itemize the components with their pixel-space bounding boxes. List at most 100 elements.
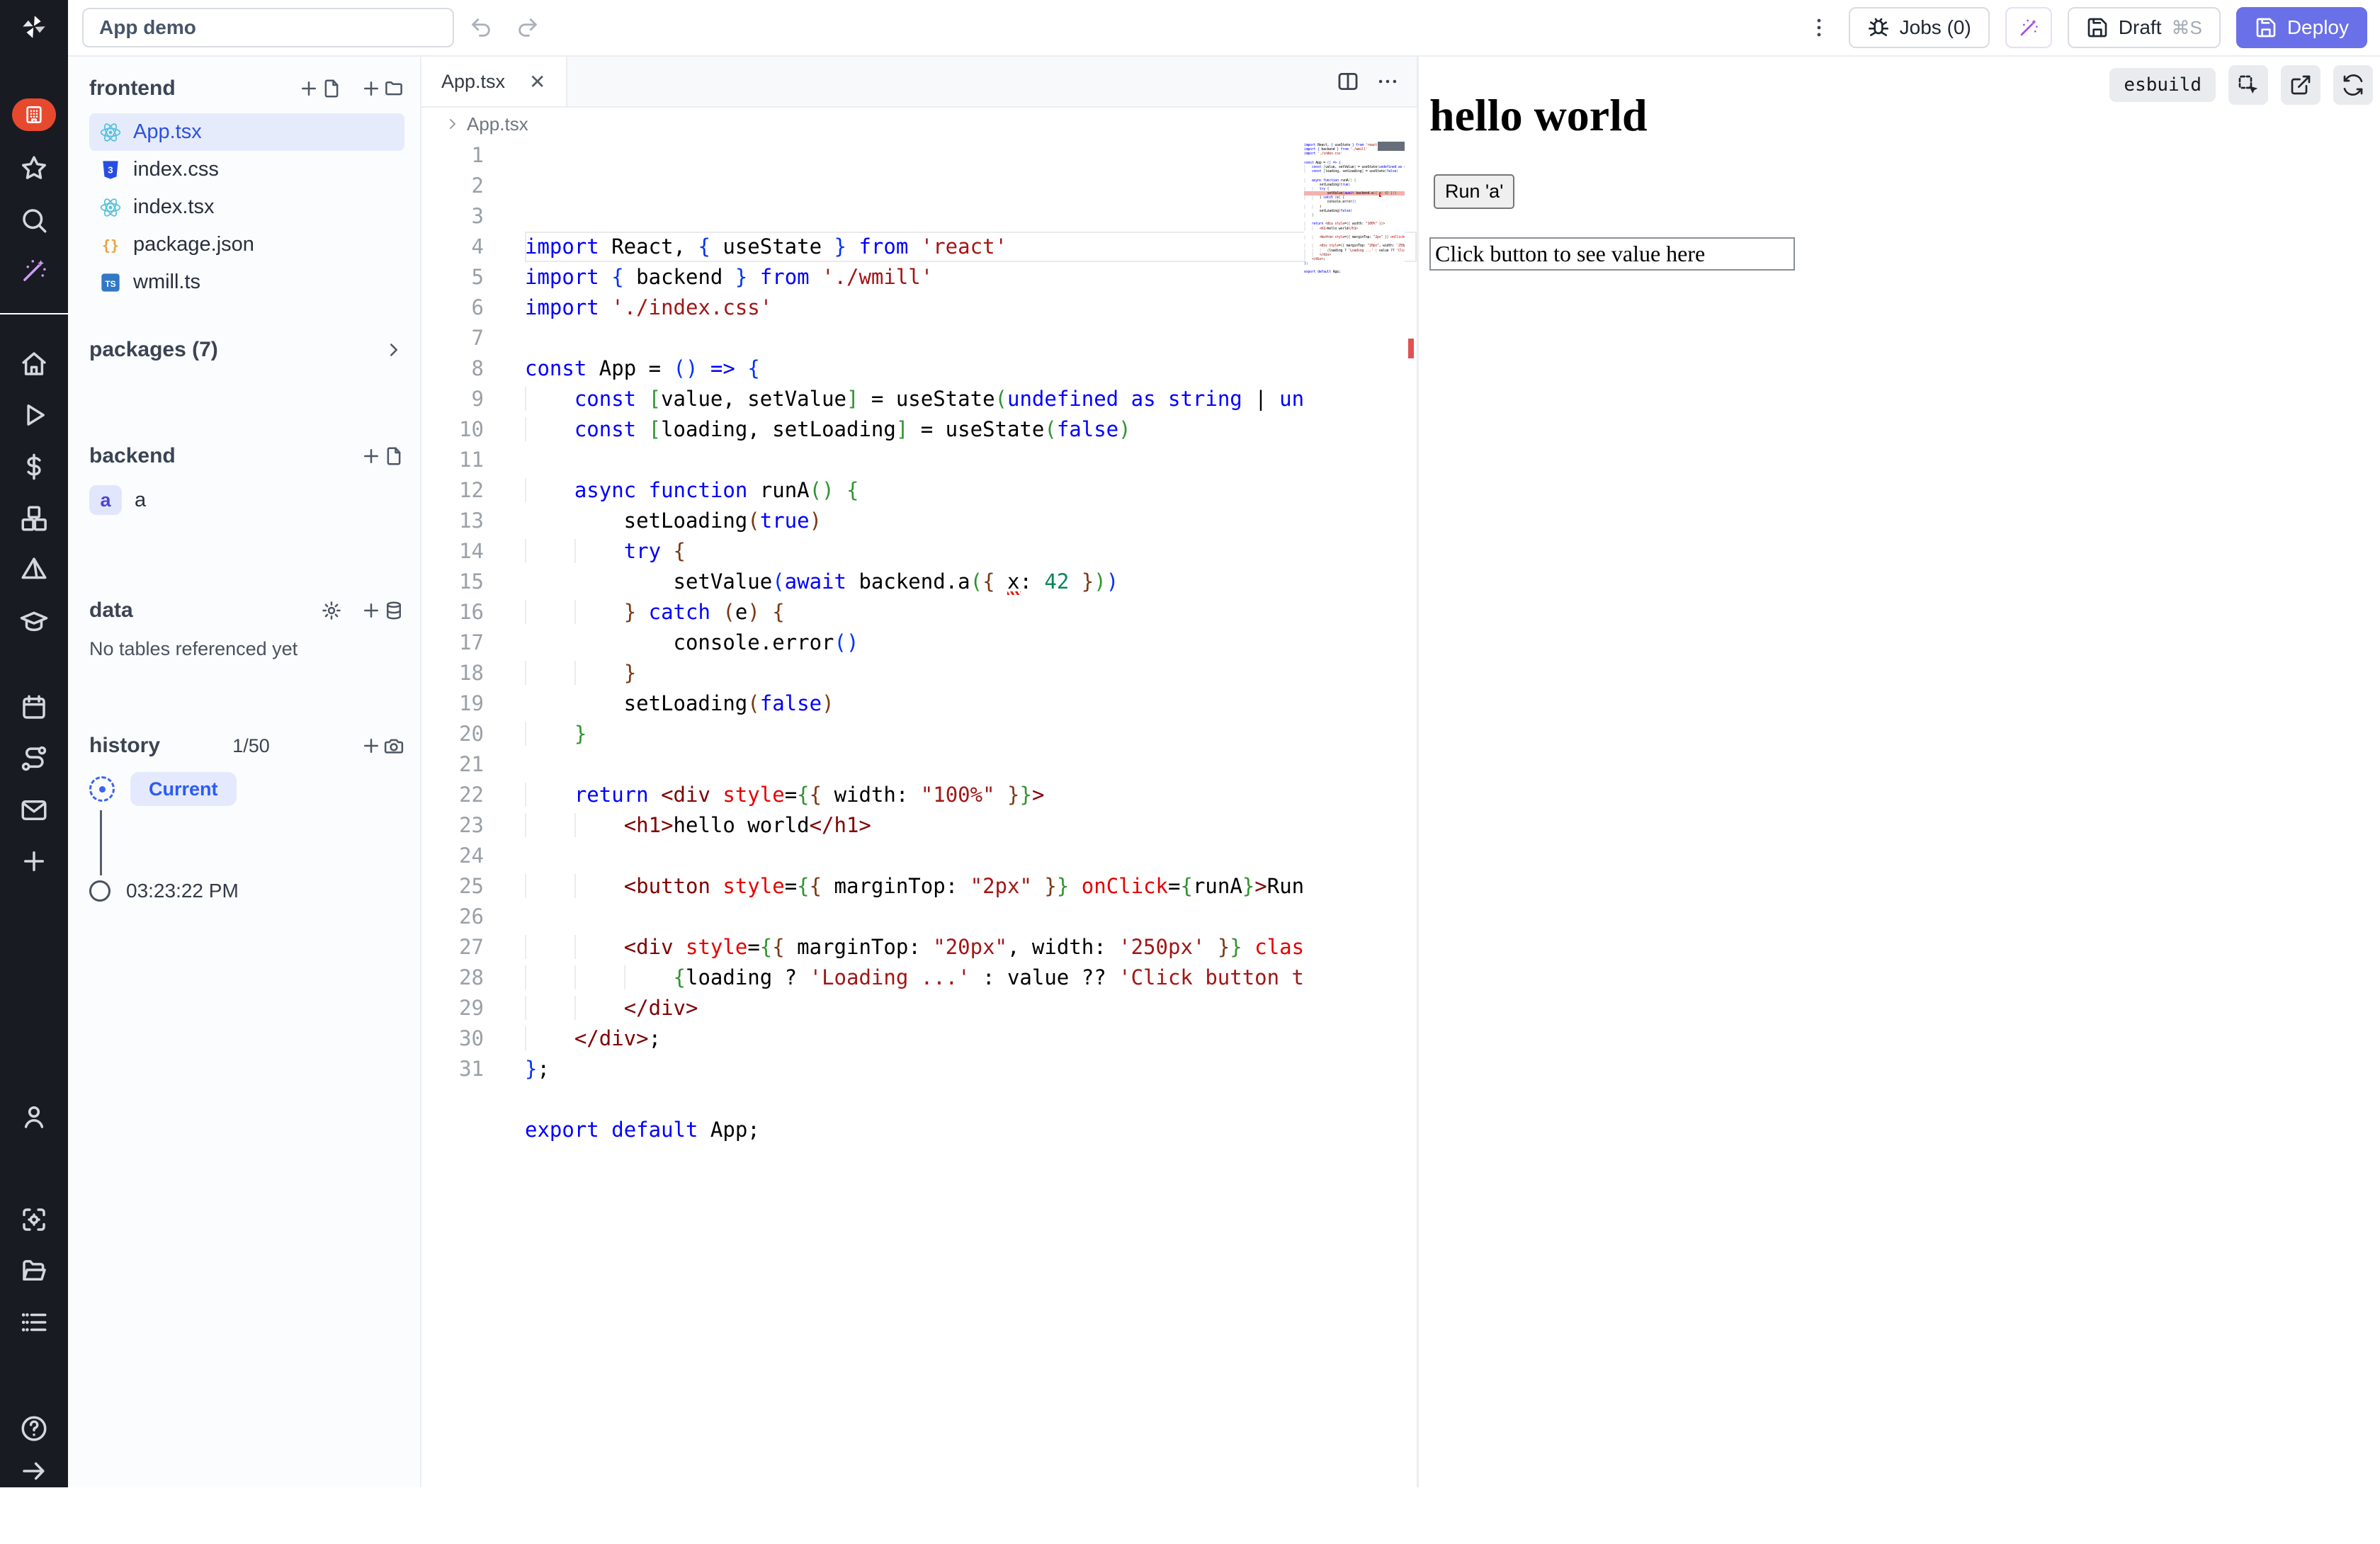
minimap-line: [1304, 275, 1405, 279]
deploy-label: Deploy: [2287, 16, 2349, 39]
redo-icon: [516, 16, 540, 40]
app-name-input[interactable]: [82, 8, 454, 47]
code-line-27: </div>;: [525, 1023, 1417, 1054]
script-name: a: [135, 489, 146, 512]
breadcrumb-file: App.tsx: [467, 113, 528, 135]
sidebar-help-icon[interactable]: [0, 1412, 68, 1446]
sidebar-plus-icon[interactable]: [0, 844, 68, 878]
history-timeline: Current 03:23:22 PM: [89, 772, 404, 902]
draft-button[interactable]: Draft ⌘S: [2068, 7, 2221, 48]
packages-section-header[interactable]: packages (7): [89, 338, 404, 362]
history-entry[interactable]: 03:23:22 PM: [89, 880, 404, 902]
top-header: Jobs (0) Draft ⌘S Deploy: [68, 0, 2380, 57]
code-line-17: }: [525, 719, 1417, 749]
draft-shortcut: ⌘S: [2171, 17, 2202, 39]
file-item-package-json[interactable]: {}package.json: [89, 226, 404, 263]
sidebar-magic-wand-icon[interactable]: [0, 254, 68, 288]
backend-script-item[interactable]: a a: [89, 485, 404, 515]
take-snapshot-button[interactable]: [361, 735, 404, 756]
current-version-dot: [89, 776, 115, 802]
add-backend-script-button[interactable]: [361, 445, 404, 467]
code-line-19: return <div style={{ width: "100%" }}>: [525, 780, 1417, 810]
frontend-section-header: frontend: [89, 76, 404, 101]
inspect-cursor-icon: [2237, 74, 2260, 96]
sidebar-star-icon[interactable]: [0, 152, 68, 186]
version-timestamp: 03:23:22 PM: [126, 880, 239, 902]
file-item-index-css[interactable]: 3index.css: [89, 151, 404, 188]
sidebar-boxes-icon[interactable]: [0, 501, 68, 535]
file-name: package.json: [133, 233, 254, 256]
add-folder-button[interactable]: [361, 78, 404, 99]
add-file-button[interactable]: [298, 78, 342, 99]
css-file-icon: 3: [99, 159, 122, 181]
breadcrumb[interactable]: App.tsx: [421, 108, 1417, 140]
tab-app-tsx[interactable]: App.tsx ✕: [421, 57, 567, 106]
add-table-button[interactable]: [361, 600, 404, 621]
overview-ruler-error-marker: [1408, 339, 1414, 358]
minimap-slider[interactable]: [1378, 142, 1405, 151]
undo-button[interactable]: [461, 8, 501, 47]
history-current-entry[interactable]: Current: [89, 772, 404, 806]
sidebar-windmill-logo-icon[interactable]: [0, 10, 68, 44]
sidebar-workspace-icon[interactable]: [0, 98, 68, 132]
deploy-button[interactable]: Deploy: [2236, 7, 2367, 48]
gear-icon[interactable]: [321, 600, 342, 621]
sidebar-folder-open-icon[interactable]: [0, 1254, 68, 1288]
code-line-4: [525, 323, 1417, 353]
sidebar-list-icon[interactable]: [0, 1305, 68, 1339]
code-line-7: const [loading, setLoading] = useState(f…: [525, 414, 1417, 445]
plus-icon: [361, 445, 382, 467]
ellipsis-icon[interactable]: [1376, 69, 1400, 93]
jobs-button[interactable]: Jobs (0): [1849, 7, 1990, 48]
database-icon: [383, 600, 404, 621]
timeline-connector: [100, 810, 102, 875]
sidebar-home-icon[interactable]: [0, 347, 68, 381]
chevron-right-icon[interactable]: [383, 339, 404, 361]
plus-icon: [298, 78, 319, 99]
file-item-wmill-ts[interactable]: TSwmill.ts: [89, 263, 404, 301]
code-line-3: import './index.css': [525, 293, 1417, 323]
monaco-editor[interactable]: 1234567891011121314151617181920212223242…: [421, 140, 1417, 1487]
undo-icon: [469, 16, 493, 40]
frontend-title: frontend: [89, 76, 176, 101]
sidebar-route-icon[interactable]: [0, 742, 68, 776]
sidebar-pyramid-icon[interactable]: [0, 553, 68, 587]
sidebar-calendar-icon[interactable]: [0, 691, 68, 725]
svg-text:3: 3: [108, 164, 113, 175]
code-line-18: [525, 749, 1417, 780]
app-iconbar: [0, 0, 68, 1487]
open-external-button[interactable]: [2281, 65, 2320, 105]
sidebar-person-icon[interactable]: [0, 1100, 68, 1134]
code-line-6: const [value, setValue] = useState(undef…: [525, 384, 1417, 414]
ai-wand-button[interactable]: [2005, 7, 2052, 48]
redo-button[interactable]: [508, 8, 548, 47]
sidebar-graduation-cap-icon[interactable]: [0, 605, 68, 639]
tab-label: App.tsx: [441, 71, 505, 93]
sidebar-mail-icon[interactable]: [0, 793, 68, 827]
more-menu-button[interactable]: [1805, 16, 1833, 40]
file-item-index-tsx[interactable]: index.tsx: [89, 188, 404, 226]
draft-label: Draft: [2119, 16, 2162, 39]
inspect-element-button[interactable]: [2228, 65, 2268, 105]
sidebar-dollar-icon[interactable]: [0, 450, 68, 484]
code-line-1: import React, { useState } from 'react': [525, 232, 1417, 262]
run-a-button[interactable]: Run 'a': [1434, 174, 1514, 209]
code-line-12: setValue(await backend.a({ x: 42 })): [525, 567, 1417, 597]
sidebar-worker-group-icon[interactable]: [0, 1203, 68, 1237]
split-editor-icon[interactable]: [1336, 69, 1360, 93]
minimap[interactable]: import React, { useState } from 'react'i…: [1304, 143, 1405, 993]
sidebar-search-icon[interactable]: [0, 203, 68, 237]
code-line-29: [525, 1084, 1417, 1115]
file-item-app-tsx[interactable]: App.tsx: [89, 113, 404, 151]
refresh-preview-button[interactable]: [2333, 65, 2373, 105]
close-icon[interactable]: ✕: [529, 70, 545, 93]
sidebar-arrow-right-icon[interactable]: [0, 1454, 68, 1488]
code-line-30: export default App;: [525, 1115, 1417, 1145]
file-icon: [321, 78, 342, 99]
file-icon: [383, 445, 404, 467]
sidebar-settings-icon[interactable]: [0, 1151, 68, 1185]
app-preview-pane: esbuild hello world Run 'a' Click button…: [1419, 57, 2380, 1487]
sidebar-play-icon[interactable]: [0, 398, 68, 432]
code-line-31: [525, 1145, 1417, 1176]
refresh-icon: [2342, 74, 2364, 96]
